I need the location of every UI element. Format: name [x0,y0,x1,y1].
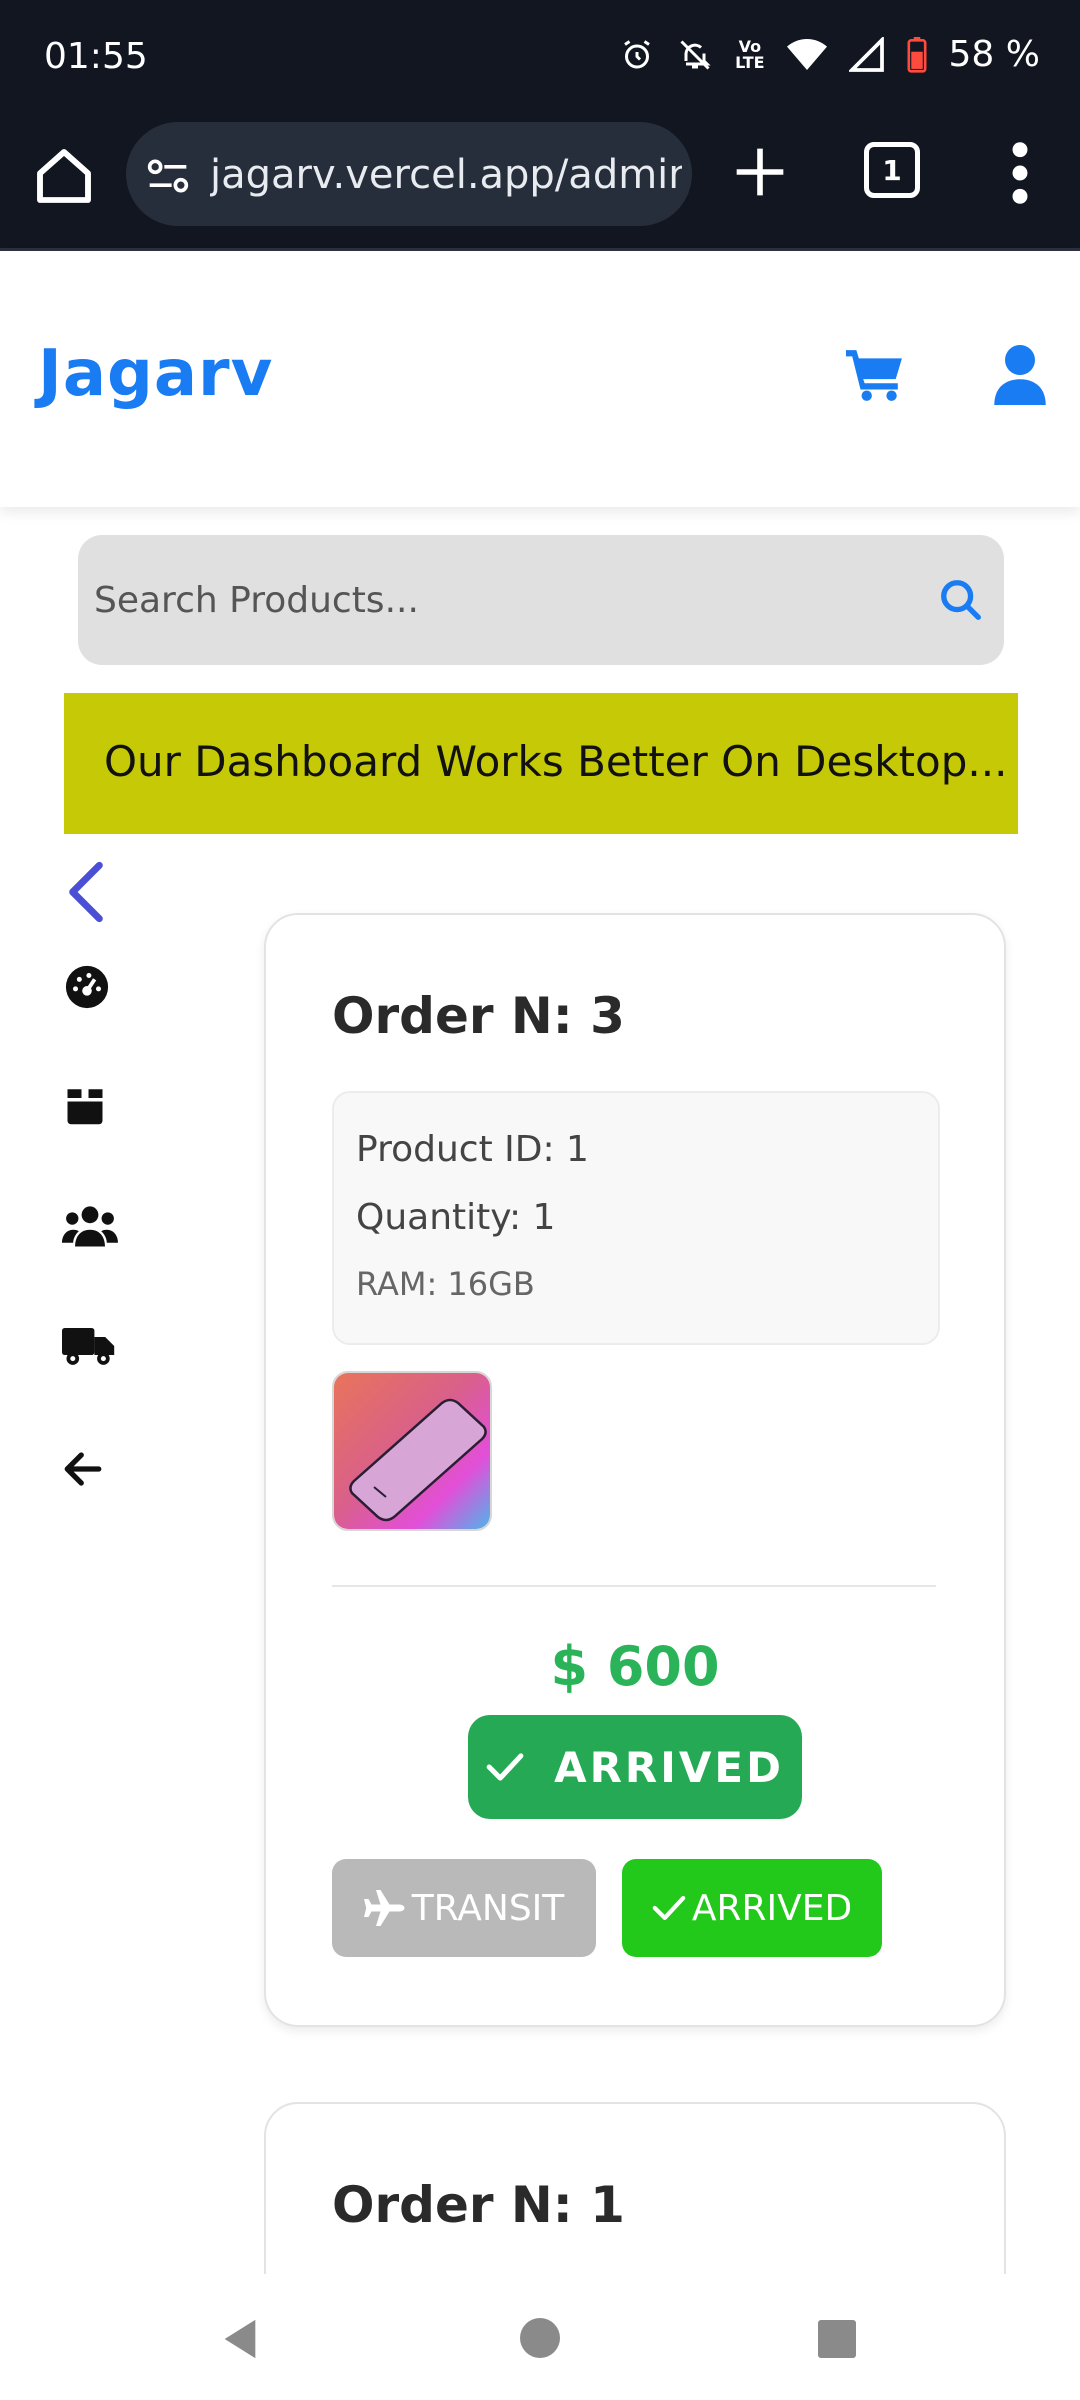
truck-icon[interactable] [62,1324,116,1368]
order-title: Order N: 3 [332,987,625,1045]
chevron-left-icon[interactable] [62,860,110,924]
clock: 01:55 [44,36,148,77]
logo[interactable]: Jagarv [38,337,273,411]
cart-icon[interactable] [846,347,904,403]
wifi-icon [786,38,827,70]
signal-icon [848,36,884,72]
ram-spec: RAM: 16GB [356,1265,535,1303]
notifications-off-icon [680,39,711,70]
system-nav-bar [0,2274,1080,2400]
home-button[interactable] [520,2318,560,2358]
check-icon [486,1753,524,1781]
user-icon[interactable] [994,345,1046,405]
battery-icon [907,36,927,73]
site-settings-icon[interactable] [146,156,190,196]
users-icon[interactable] [62,1204,118,1248]
divider [332,1585,936,1587]
home-icon[interactable] [32,144,96,208]
order-price: $ 600 [550,1635,720,1698]
order-title: Order N: 1 [332,2176,625,2234]
tab-count: 1 [882,153,902,187]
arrived-button[interactable]: ARRIVED [622,1859,882,1957]
arrow-left-icon[interactable] [62,1448,104,1490]
arrived-label: ARRIVED [691,1887,853,1929]
status-icons: Vo LTE 58 % [619,34,1040,75]
tab-switcher-button[interactable]: 1 [864,142,920,198]
search-input[interactable] [92,571,916,629]
desktop-notice-banner: Our Dashboard Works Better On Desktop... [64,693,1018,834]
browser-toolbar: jagarv.vercel.app/admin/ 1 [0,118,1080,251]
transit-label: TRANSIT [411,1887,565,1929]
volte-icon: Vo LTE [735,36,765,72]
app-header: Jagarv [0,251,1080,507]
status-label: ARRIVED [554,1742,784,1792]
product-image [332,1371,492,1531]
recents-button[interactable] [818,2320,856,2358]
plane-icon [363,1890,405,1926]
alarm-icon [624,39,650,68]
transit-button[interactable]: TRANSIT [332,1859,596,1957]
status-badge: ARRIVED [468,1715,802,1819]
quantity: Quantity: 1 [356,1197,556,1238]
order-card: Order N: 3 Product ID: 1 Quantity: 1 RAM… [264,913,1006,2027]
url-text[interactable]: jagarv.vercel.app/admin/ [210,152,682,198]
new-tab-icon[interactable] [732,144,788,200]
order-details: Product ID: 1 Quantity: 1 RAM: 16GB [332,1091,940,1345]
search-icon[interactable] [938,577,984,623]
battery-percent: 58 % [948,34,1040,75]
search-bar [78,535,1004,665]
banner-text: Our Dashboard Works Better On Desktop... [104,737,1008,786]
more-menu-icon[interactable] [1000,138,1040,208]
address-bar[interactable]: jagarv.vercel.app/admin/ [126,122,692,226]
dashboard-icon[interactable] [64,964,110,1010]
product-id: Product ID: 1 [356,1129,589,1170]
back-icon[interactable] [220,2316,260,2362]
check-icon [652,1895,686,1921]
box-icon[interactable] [64,1084,106,1126]
status-bar: 01:55 Vo LTE 58 % [0,0,1080,118]
